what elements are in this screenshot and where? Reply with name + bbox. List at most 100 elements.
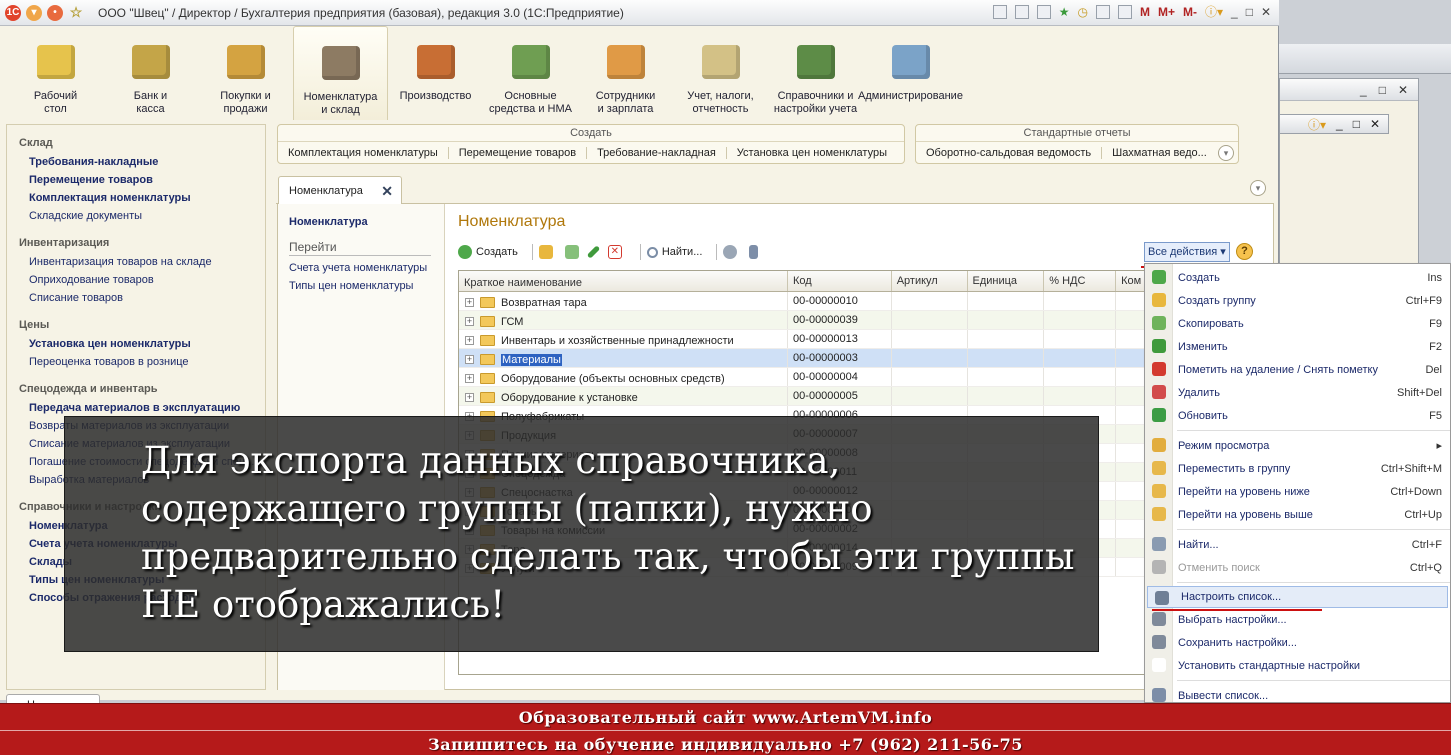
- table-row[interactable]: + Инвентарь и хозяйственные принадлежност…: [459, 330, 1147, 349]
- section-binders[interactable]: Справочники и настройки учета: [768, 26, 863, 120]
- section-shelves[interactable]: Номенклатура и склад: [293, 26, 388, 120]
- table-row[interactable]: + Оборудование (объекты основных средств)…: [459, 368, 1147, 387]
- memory-m-button[interactable]: M: [1140, 5, 1150, 19]
- nav-link[interactable]: Оприходование товаров: [19, 271, 265, 289]
- save-icon[interactable]: [992, 4, 1007, 19]
- column-name[interactable]: Краткое наименование: [459, 271, 789, 291]
- table-row[interactable]: + Возвратная тара 00-00000010: [459, 292, 1147, 311]
- nav-link[interactable]: Передача материалов в эксплуатацию: [19, 399, 265, 417]
- close-icon[interactable]: ✕: [381, 183, 393, 200]
- menu-item[interactable]: Скопировать F9: [1145, 312, 1450, 335]
- section-papers[interactable]: Учет, налоги, отчетность: [673, 26, 768, 120]
- close-icon[interactable]: ✕: [1398, 83, 1408, 97]
- favorites-icon[interactable]: ☆: [68, 4, 84, 21]
- create-link-requisition[interactable]: Требование-накладная: [587, 147, 727, 159]
- nav-link[interactable]: Комплектация номенклатуры: [19, 189, 265, 207]
- menu-item[interactable]: Установить стандартные настройки: [1145, 654, 1450, 677]
- table-row[interactable]: + Материалы 00-00000003: [459, 349, 1147, 368]
- menu-item[interactable]: Создать группу Ctrl+F9: [1145, 289, 1450, 312]
- section-admin[interactable]: Администрирование: [858, 26, 963, 120]
- section-toolbox[interactable]: Производство: [388, 26, 483, 120]
- section-coins[interactable]: Банк и касса: [103, 26, 198, 120]
- menu-item[interactable]: Обновить F5: [1145, 404, 1450, 427]
- column-unit[interactable]: Единица: [968, 271, 1045, 291]
- report-link-chess[interactable]: Шахматная ведо...: [1102, 147, 1217, 159]
- expand-icon[interactable]: +: [465, 374, 474, 383]
- expand-icon[interactable]: +: [465, 355, 474, 364]
- expand-icon[interactable]: +: [465, 317, 474, 326]
- minimize-icon[interactable]: _: [1336, 117, 1343, 131]
- column-code[interactable]: Код: [788, 271, 892, 291]
- minimize-icon[interactable]: _: [1231, 5, 1238, 19]
- expand-icon[interactable]: +: [465, 393, 474, 402]
- memory-mminus-button[interactable]: M-: [1183, 5, 1197, 19]
- nav-link[interactable]: Перемещение товаров: [19, 171, 265, 189]
- delete-mark-icon[interactable]: ✕: [607, 245, 622, 259]
- expand-icon[interactable]: +: [465, 298, 474, 307]
- edit-icon[interactable]: [586, 245, 601, 259]
- column-comment[interactable]: Ком: [1116, 271, 1147, 291]
- section-truck[interactable]: Покупки и продажи: [198, 26, 293, 120]
- create-button[interactable]: Создать: [458, 245, 518, 259]
- print-icon[interactable]: [1014, 4, 1029, 19]
- app-logo-icon[interactable]: 1С: [5, 4, 21, 21]
- menu-item[interactable]: Выбрать настройки...: [1145, 608, 1450, 631]
- history-icon[interactable]: ◷: [1077, 5, 1087, 19]
- nav-current[interactable]: Номенклатура: [289, 216, 444, 228]
- favorite-star-icon[interactable]: ★: [1059, 5, 1070, 19]
- help-icon[interactable]: ?: [1236, 243, 1253, 260]
- menu-item[interactable]: Перейти на уровень ниже Ctrl+Down: [1145, 480, 1450, 503]
- menu-item[interactable]: Удалить Shift+Del: [1145, 381, 1450, 404]
- calculator-icon[interactable]: [1095, 4, 1110, 19]
- nav-link[interactable]: Переоценка товаров в рознице: [19, 353, 265, 371]
- table-row[interactable]: + Оборудование к установке 00-00000005: [459, 387, 1147, 406]
- copy-icon[interactable]: [564, 245, 579, 259]
- table-row[interactable]: + ГСМ 00-00000039: [459, 311, 1147, 330]
- nav-link-accounts[interactable]: Счета учета номенклатуры: [289, 262, 444, 274]
- create-link-transfer[interactable]: Перемещение товаров: [449, 147, 588, 159]
- section-desk[interactable]: Рабочий стол: [8, 26, 103, 120]
- info-icon[interactable]: ⓘ▾: [1308, 116, 1326, 133]
- section-employee[interactable]: Сотрудники и зарплата: [578, 26, 673, 120]
- expand-icon[interactable]: +: [465, 336, 474, 345]
- menu-item[interactable]: Сохранить настройки...: [1145, 631, 1450, 654]
- preview-icon[interactable]: [1036, 4, 1051, 19]
- create-group-icon[interactable]: [538, 245, 553, 259]
- all-actions-button[interactable]: Все действия ▾: [1141, 242, 1235, 268]
- chevron-down-icon[interactable]: ▾: [1218, 145, 1234, 161]
- menu-item[interactable]: Отменить поиск Ctrl+Q: [1145, 556, 1450, 579]
- nav-link[interactable]: Требования-накладные: [19, 153, 265, 171]
- menu-item[interactable]: Режим просмотра ▸: [1145, 434, 1450, 457]
- close-icon[interactable]: ✕: [1261, 5, 1271, 19]
- menu-dropdown-icon[interactable]: ▾: [26, 4, 42, 21]
- nav-link[interactable]: Складские документы: [19, 207, 265, 225]
- list-settings-icon[interactable]: [749, 245, 759, 259]
- nav-link[interactable]: Установка цен номенклатуры: [19, 335, 265, 353]
- column-vat[interactable]: % НДС: [1044, 271, 1117, 291]
- maximize-icon[interactable]: □: [1379, 83, 1386, 97]
- calendar-icon[interactable]: [1117, 4, 1132, 19]
- menu-item[interactable]: Переместить в группу Ctrl+Shift+M: [1145, 457, 1450, 480]
- column-article[interactable]: Артикул: [892, 271, 968, 291]
- nav-link[interactable]: Инвентаризация товаров на складе: [19, 253, 265, 271]
- info-icon[interactable]: ⓘ▾: [1205, 3, 1223, 20]
- report-link-trial-balance[interactable]: Оборотно-сальдовая ведомость: [916, 147, 1103, 159]
- section-assets[interactable]: Основные средства и НМА: [483, 26, 578, 120]
- menu-item[interactable]: Перейти на уровень выше Ctrl+Up: [1145, 503, 1450, 526]
- find-button[interactable]: Найти...: [646, 246, 702, 258]
- close-icon[interactable]: ✕: [1370, 117, 1380, 131]
- maximize-icon[interactable]: □: [1246, 5, 1253, 19]
- nav-link[interactable]: Списание товаров: [19, 289, 265, 307]
- create-link-prices[interactable]: Установка цен номенклатуры: [727, 147, 897, 159]
- create-link-assembly[interactable]: Комплектация номенклатуры: [278, 147, 449, 159]
- cancel-search-icon[interactable]: [723, 245, 738, 259]
- minimize-icon[interactable]: _: [1360, 83, 1367, 97]
- tab-nomenclature[interactable]: Номенклатура ✕: [278, 176, 402, 205]
- menu-item[interactable]: Пометить на удаление / Снять пометку Del: [1145, 358, 1450, 381]
- menu-item[interactable]: Создать Ins: [1145, 266, 1450, 289]
- menu-item[interactable]: Найти... Ctrl+F: [1145, 533, 1450, 556]
- memory-mplus-button[interactable]: M+: [1158, 5, 1175, 19]
- maximize-icon[interactable]: □: [1353, 117, 1360, 131]
- menu-item[interactable]: Настроить список...: [1147, 586, 1448, 611]
- menu-item[interactable]: Изменить F2: [1145, 335, 1450, 358]
